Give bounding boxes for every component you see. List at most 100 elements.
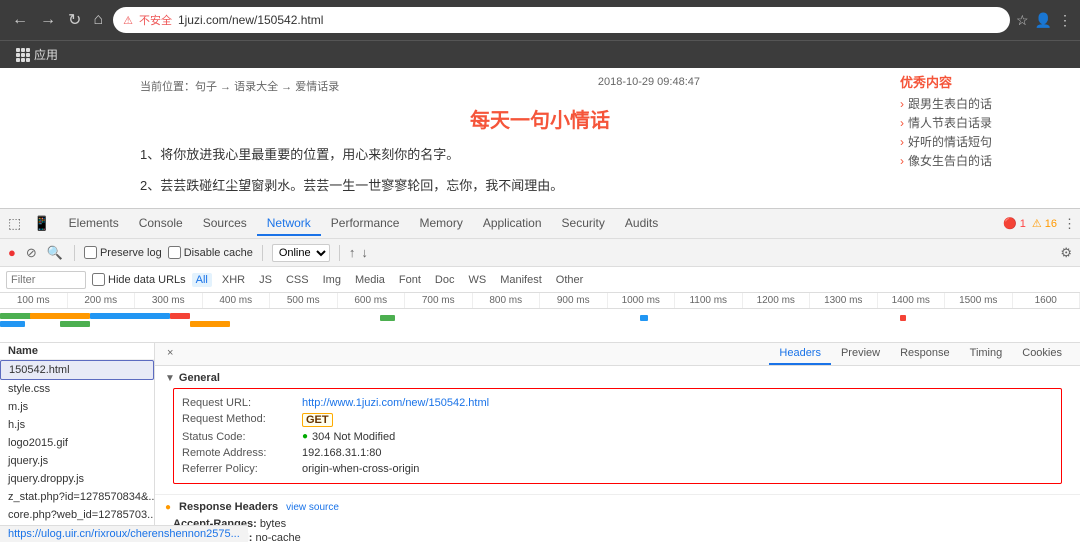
date-stamp: 2018-10-29 09:48:47: [598, 76, 700, 88]
disable-cache-checkbox-label[interactable]: Disable cache: [168, 246, 253, 259]
reload-button[interactable]: ↻: [64, 8, 85, 32]
request-url-value: http://www.1juzi.com/new/150542.html: [302, 397, 489, 409]
preserve-log-checkbox-label[interactable]: Preserve log: [84, 246, 162, 259]
tick-1400: 1400 ms: [878, 293, 946, 308]
view-source-link[interactable]: view source: [286, 502, 339, 513]
tab-application[interactable]: Application: [473, 212, 552, 236]
devtools-content: Name 150542.html style.css m.js h.js log…: [0, 343, 1080, 542]
detail-tab-timing[interactable]: Timing: [960, 343, 1013, 365]
filter-input[interactable]: [6, 271, 86, 289]
profile-button[interactable]: 👤: [1035, 12, 1052, 29]
filter-img-btn[interactable]: Img: [319, 272, 345, 288]
filter-other-btn[interactable]: Other: [552, 272, 588, 288]
clear-button[interactable]: ⊘: [24, 243, 39, 263]
tab-security[interactable]: Security: [552, 212, 615, 236]
insecure-label: 不安全: [139, 12, 172, 28]
hide-data-urls-checkbox[interactable]: [92, 273, 105, 286]
general-box: Request URL: http://www.1juzi.com/new/15…: [173, 388, 1062, 484]
file-item-8[interactable]: core.php?web_id=12785703...: [0, 506, 154, 524]
settings-button[interactable]: ⚙: [1058, 243, 1074, 263]
tab-network[interactable]: Network: [257, 212, 321, 236]
download-button[interactable]: ↓: [361, 245, 368, 260]
record-button[interactable]: ●: [6, 243, 18, 262]
main-layout: 当前位置：句子 → 语录大全 → 爱情话录 2018-10-29 09:48:4…: [0, 68, 1080, 542]
detail-tab-response[interactable]: Response: [890, 343, 960, 365]
sidebar-link-4[interactable]: 像女生告白的话: [900, 152, 1060, 169]
sidebar-link-1[interactable]: 跟男生表白的话: [900, 95, 1060, 112]
upload-button[interactable]: ↑: [349, 245, 356, 260]
filter-bar: Hide data URLs All XHR JS CSS Img Media …: [0, 267, 1080, 293]
details-panel: × Headers Preview Response Timing Cookie…: [155, 343, 1080, 542]
file-item-1[interactable]: style.css: [0, 380, 154, 398]
request-url-row: Request URL: http://www.1juzi.com/new/15…: [182, 395, 1053, 411]
hide-data-urls-text: Hide data URLs: [108, 274, 186, 286]
status-code-value: 304 Not Modified: [312, 431, 395, 443]
bookmark-button[interactable]: ☆: [1016, 12, 1029, 29]
general-section-header[interactable]: ▼ General: [165, 372, 1070, 384]
apps-item[interactable]: 应用: [8, 44, 66, 65]
tick-1100: 1100 ms: [675, 293, 743, 308]
timeline-bars: [0, 311, 1080, 341]
tab-elements[interactable]: Elements: [59, 212, 129, 236]
request-method-row: Request Method: GET: [182, 411, 1053, 429]
sidebar-link-2[interactable]: 情人节表白话录: [900, 114, 1060, 131]
request-url-link[interactable]: http://www.1juzi.com/new/150542.html: [302, 397, 489, 409]
file-item-2[interactable]: m.js: [0, 398, 154, 416]
url-text: 1juzi.com/new/150542.html: [178, 13, 1000, 27]
file-item-3[interactable]: h.js: [0, 416, 154, 434]
detail-tab-headers[interactable]: Headers: [769, 343, 831, 365]
tick-1300: 1300 ms: [810, 293, 878, 308]
filter-toggle-button[interactable]: 🔍: [45, 243, 65, 263]
tick-1500: 1500 ms: [945, 293, 1013, 308]
tick-1600: 1600: [1013, 293, 1080, 308]
tab-audits[interactable]: Audits: [615, 212, 668, 236]
file-item-7[interactable]: z_stat.php?id=1278570834&...: [0, 488, 154, 506]
filter-css-btn[interactable]: CSS: [282, 272, 313, 288]
inspect-element-button[interactable]: ⬚: [4, 213, 25, 234]
devtools-panel-icons: ⬚ 📱: [4, 213, 55, 234]
filter-doc-btn[interactable]: Doc: [431, 272, 459, 288]
home-button[interactable]: ⌂: [89, 9, 107, 31]
detail-tab-preview[interactable]: Preview: [831, 343, 890, 365]
tick-300: 300 ms: [135, 293, 203, 308]
request-method-label: Request Method:: [182, 413, 302, 427]
forward-button[interactable]: →: [36, 9, 60, 31]
bookmarks-bar: 应用: [0, 40, 1080, 68]
file-item-4[interactable]: logo2015.gif: [0, 434, 154, 452]
tab-sources[interactable]: Sources: [193, 212, 257, 236]
filter-media-btn[interactable]: Media: [351, 272, 389, 288]
files-panel-header: Name: [0, 343, 154, 360]
preserve-log-checkbox[interactable]: [84, 246, 97, 259]
filter-font-btn[interactable]: Font: [395, 272, 425, 288]
filter-manifest-btn[interactable]: Manifest: [496, 272, 546, 288]
file-item-5[interactable]: jquery.js: [0, 452, 154, 470]
devtools-tabs: ⬚ 📱 Elements Console Sources Network Per…: [0, 209, 1080, 239]
general-title: General: [179, 372, 220, 384]
device-toolbar-button[interactable]: 📱: [29, 213, 54, 234]
address-bar[interactable]: ⚠ 不安全 1juzi.com/new/150542.html: [113, 7, 1010, 33]
devtools-status: 🔴 1 ⚠ 16 ⋮: [1003, 216, 1076, 232]
throttle-select[interactable]: Online: [272, 244, 330, 262]
file-item-6[interactable]: jquery.droppy.js: [0, 470, 154, 488]
tab-memory[interactable]: Memory: [409, 212, 472, 236]
filter-all-btn[interactable]: All: [192, 273, 212, 287]
files-panel: Name 150542.html style.css m.js h.js log…: [0, 343, 155, 542]
tab-performance[interactable]: Performance: [321, 212, 410, 236]
response-headers-title: Response Headers: [179, 501, 278, 513]
filter-ws-btn[interactable]: WS: [464, 272, 490, 288]
filter-js-btn[interactable]: JS: [255, 272, 276, 288]
tab-console[interactable]: Console: [129, 212, 193, 236]
details-tabs: × Headers Preview Response Timing Cookie…: [155, 343, 1080, 366]
request-method-value: GET: [302, 413, 333, 427]
details-close-button[interactable]: ×: [163, 343, 177, 365]
detail-tab-cookies[interactable]: Cookies: [1012, 343, 1072, 365]
sidebar-link-3[interactable]: 好听的情话短句: [900, 133, 1060, 150]
file-item-0[interactable]: 150542.html: [0, 360, 154, 380]
timeline[interactable]: 100 ms 200 ms 300 ms 400 ms 500 ms 600 m…: [0, 293, 1080, 343]
hide-data-urls-label[interactable]: Hide data URLs: [92, 273, 186, 286]
filter-xhr-btn[interactable]: XHR: [218, 272, 249, 288]
browser-chrome: ← → ↻ ⌂ ⚠ 不安全 1juzi.com/new/150542.html …: [0, 0, 1080, 40]
menu-button[interactable]: ⋮: [1058, 12, 1072, 29]
disable-cache-checkbox[interactable]: [168, 246, 181, 259]
back-button[interactable]: ←: [8, 9, 32, 31]
